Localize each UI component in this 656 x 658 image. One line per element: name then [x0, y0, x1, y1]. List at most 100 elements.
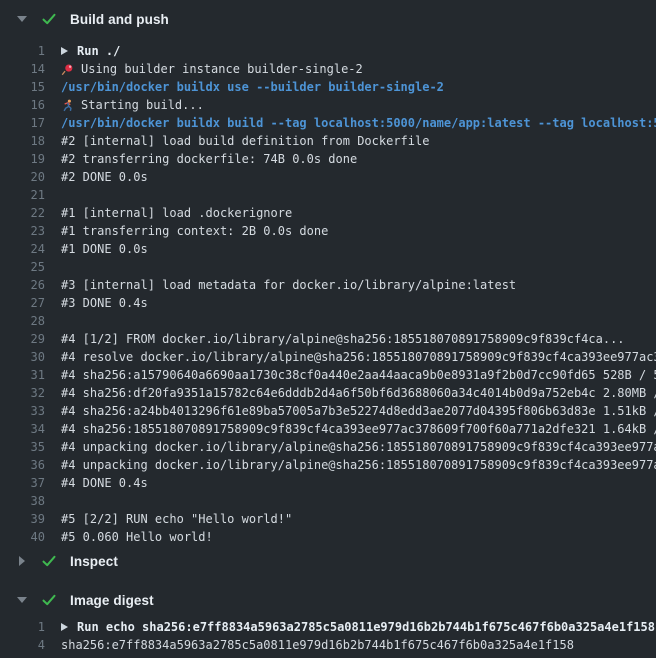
log-line-number[interactable]: 23: [0, 222, 45, 240]
log-line-text: #5 [2/2] RUN echo "Hello world!": [61, 510, 292, 528]
log-line[interactable]: 25: [0, 258, 656, 276]
log-line-number[interactable]: 36: [0, 456, 45, 474]
log-line-text: /usr/bin/docker buildx use --builder bui…: [61, 78, 444, 96]
log-line-text: #2 transferring dockerfile: 74B 0.0s don…: [61, 150, 357, 168]
log-line[interactable]: 22#1 [internal] load .dockerignore: [0, 204, 656, 222]
success-check-icon: [41, 11, 57, 27]
section-header-image-digest[interactable]: Image digest: [0, 585, 656, 615]
log-line[interactable]: 30 #4 resolve docker.io/library/alpine@sh…: [0, 348, 656, 366]
chevron-down-icon[interactable]: [16, 16, 28, 22]
log-line-number[interactable]: 32: [0, 384, 45, 402]
log-line[interactable]: 40 #5 0.060 Hello world!: [0, 528, 656, 546]
expand-group-play-icon[interactable]: [61, 623, 68, 631]
log-line-number[interactable]: 27: [0, 294, 45, 312]
log-line-text: #3 [internal] load metadata for docker.i…: [61, 276, 516, 294]
log-line-number[interactable]: 20: [0, 168, 45, 186]
log-line-number[interactable]: 38: [0, 492, 45, 510]
log-line-number[interactable]: 26: [0, 276, 45, 294]
log-line-number[interactable]: 16: [0, 96, 45, 114]
log-line-number[interactable]: 24: [0, 240, 45, 258]
log-line[interactable]: 4 sha256:e7ff8834a5963a2785c5a0811e979d16…: [0, 636, 656, 654]
log-line-number[interactable]: 33: [0, 402, 45, 420]
log-line-number[interactable]: 25: [0, 258, 45, 276]
log-line-text: #2 DONE 0.0s: [61, 168, 148, 186]
log-line-number[interactable]: 30: [0, 348, 45, 366]
log-line-text: #4 sha256:185518070891758909c9f839cf4ca3…: [61, 420, 656, 438]
log-line-text: #4 sha256:df20fa9351a15782c64e6dddb2d4a6…: [61, 384, 656, 402]
log-line[interactable]: 29 #4 [1/2] FROM docker.io/library/alpine…: [0, 330, 656, 348]
log-line-text: Starting build...: [61, 96, 204, 114]
log-line[interactable]: 26 #3 [internal] load metadata for docker…: [0, 276, 656, 294]
log-line-number[interactable]: 31: [0, 366, 45, 384]
expand-group-play-icon[interactable]: [61, 47, 68, 55]
log-line[interactable]: 32 #4 sha256:df20fa9351a15782c64e6dddb2d4…: [0, 384, 656, 402]
log-line[interactable]: 15/usr/bin/docker buildx use --builder b…: [0, 78, 656, 96]
log-line[interactable]: 16 Starting build...: [0, 96, 656, 114]
log-line[interactable]: 18 #2 [internal] load build definition fr…: [0, 132, 656, 150]
log-line[interactable]: 27 #3 DONE 0.4s: [0, 294, 656, 312]
section-title: Inspect: [70, 554, 118, 569]
log-line-number[interactable]: 17: [0, 114, 45, 132]
log-line[interactable]: 20 #2 DONE 0.0s: [0, 168, 656, 186]
log-line[interactable]: 17/usr/bin/docker buildx build --tag loc…: [0, 114, 656, 132]
log-line-number[interactable]: 19: [0, 150, 45, 168]
section-header-inspect[interactable]: Inspect: [0, 546, 656, 576]
log-line[interactable]: 24 #1 DONE 0.0s: [0, 240, 656, 258]
log-line-text: #1 DONE 0.0s: [61, 240, 148, 258]
log-line-number[interactable]: 1: [0, 42, 45, 60]
log-line-text: #3 DONE 0.4s: [61, 294, 148, 312]
log-line-number[interactable]: 1: [0, 618, 45, 636]
log-line[interactable]: 19 #2 transferring dockerfile: 74B 0.0s d…: [0, 150, 656, 168]
log-line[interactable]: 39 #5 [2/2] RUN echo "Hello world!": [0, 510, 656, 528]
log-line[interactable]: 35 #4 unpacking docker.io/library/alpine@…: [0, 438, 656, 456]
log-line[interactable]: 31 #4 sha256:a15790640a6690aa1730c38cf0a4…: [0, 366, 656, 384]
log-line-text: #4 unpacking docker.io/library/alpine@sh…: [61, 438, 656, 456]
log-line[interactable]: 14 Using builder instance builder-single-…: [0, 60, 656, 78]
log-line-number[interactable]: 35: [0, 438, 45, 456]
log-line-text: #4 resolve docker.io/library/alpine@sha2…: [61, 348, 656, 366]
log-line-text: #5 0.060 Hello world!: [61, 528, 213, 546]
log-line-text: Run echo sha256:e7ff8834a5963a2785c5a081…: [61, 618, 655, 636]
log-line-number[interactable]: 14: [0, 60, 45, 78]
success-check-icon: [41, 592, 57, 608]
log-line-text: #1 transferring context: 2B 0.0s done: [61, 222, 328, 240]
log-line-text: #2 [internal] load build definition from…: [61, 132, 429, 150]
workflow-log-viewer: Build and push 1Run ./14Using builder in…: [0, 0, 656, 654]
log-line-number[interactable]: 34: [0, 420, 45, 438]
log-line[interactable]: 36#4 unpacking docker.io/library/alpine@…: [0, 456, 656, 474]
log-line-number[interactable]: 21: [0, 186, 45, 204]
log-line-text: #4 sha256:a24bb4013296f61e89ba57005a7b3e…: [61, 402, 656, 420]
section-title: Image digest: [70, 593, 154, 608]
log-line[interactable]: 1Run ./: [0, 42, 656, 60]
log-line-text: /usr/bin/docker buildx build --tag local…: [61, 114, 656, 132]
log-line-number[interactable]: 18: [0, 132, 45, 150]
log-lines-image-digest: 1 Run echo sha256:e7ff8834a5963a2785c5a08…: [0, 618, 656, 654]
log-line-text: sha256:e7ff8834a5963a2785c5a0811e979d16b…: [61, 636, 574, 654]
log-line-text: #4 sha256:a15790640a6690aa1730c38cf0a440…: [61, 366, 656, 384]
log-line[interactable]: 1 Run echo sha256:e7ff8834a5963a2785c5a08…: [0, 618, 656, 636]
log-line-number[interactable]: 4: [0, 636, 45, 654]
pushpin-emoji-icon: [61, 63, 74, 76]
log-line-text: #4 DONE 0.4s: [61, 474, 148, 492]
log-line[interactable]: 33 #4 sha256:a24bb4013296f61e89ba57005a7b…: [0, 402, 656, 420]
log-line[interactable]: 23 #1 transferring context: 2B 0.0s done: [0, 222, 656, 240]
section-title: Build and push: [70, 12, 169, 27]
log-line-number[interactable]: 29: [0, 330, 45, 348]
runner-emoji-icon: [61, 99, 74, 112]
log-line[interactable]: 38: [0, 492, 656, 510]
chevron-down-icon[interactable]: [16, 597, 28, 603]
chevron-right-icon[interactable]: [16, 556, 28, 566]
log-line-number[interactable]: 15: [0, 78, 45, 96]
log-line-number[interactable]: 40: [0, 528, 45, 546]
log-line[interactable]: 21: [0, 186, 656, 204]
log-line[interactable]: 28: [0, 312, 656, 330]
log-line-text: Using builder instance builder-single-2: [61, 60, 363, 78]
log-line-number[interactable]: 39: [0, 510, 45, 528]
log-line[interactable]: 37 #4 DONE 0.4s: [0, 474, 656, 492]
log-line-number[interactable]: 22: [0, 204, 45, 222]
log-line-number[interactable]: 28: [0, 312, 45, 330]
section-header-build-and-push[interactable]: Build and push: [0, 0, 656, 38]
log-line-number[interactable]: 37: [0, 474, 45, 492]
log-line[interactable]: 34 #4 sha256:185518070891758909c9f839cf4c…: [0, 420, 656, 438]
log-line-text: #4 [1/2] FROM docker.io/library/alpine@s…: [61, 330, 625, 348]
